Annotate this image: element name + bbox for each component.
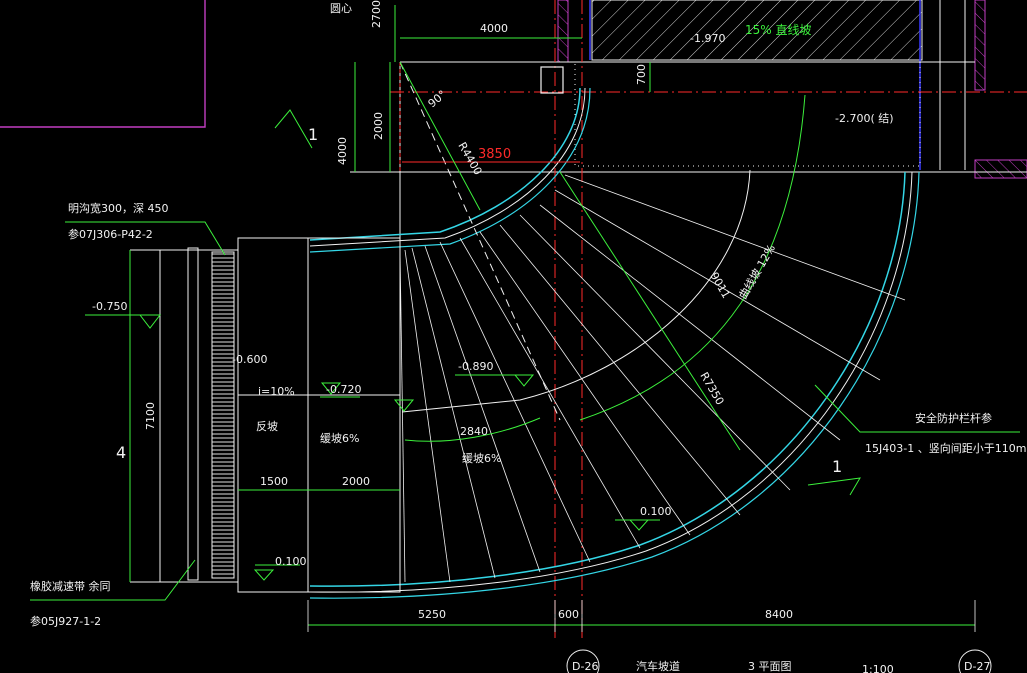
column xyxy=(540,66,564,94)
drain-trench xyxy=(187,247,199,581)
level-l5: 0.100 xyxy=(640,505,672,518)
note-strip: 橡胶减速带 余同 xyxy=(30,579,111,593)
dim-2000-mid: 2000 xyxy=(342,475,370,488)
slope-s4: 缓坡6% xyxy=(462,452,501,465)
wall-hatch-right xyxy=(974,0,986,91)
dim-4000-left: 4000 xyxy=(336,137,349,165)
mark-1-bottom: 1 xyxy=(832,457,842,476)
drawing-scale: 1:100 xyxy=(862,663,894,673)
dim-5250: 5250 xyxy=(418,608,446,621)
curved-ramp-outer-wall xyxy=(309,171,920,599)
level-l4: -0.890 xyxy=(458,360,493,373)
dim-arc-outer: 9011 xyxy=(707,270,732,301)
dim-7100: 7100 xyxy=(144,402,157,430)
building-outline xyxy=(0,0,206,128)
label-slope-15: 15% 直线坡 xyxy=(745,23,812,37)
dim-700: 700 xyxy=(635,64,648,85)
axis-bubble-label-d26: D-26 xyxy=(572,660,598,673)
note-drain-ref: 参07J306-P42-2 xyxy=(68,227,153,241)
speed-bump-strip xyxy=(211,251,235,579)
slope-s3: 缓坡6% xyxy=(320,432,359,445)
dim-angle: 90° xyxy=(426,88,449,110)
curved-ramp-inner-wall xyxy=(309,87,591,253)
dimension-lines xyxy=(129,5,975,626)
axis-bubble-d27: D-27 xyxy=(958,649,992,673)
axis-bubble-label-d27: D-27 xyxy=(964,660,990,673)
dim-8400: 8400 xyxy=(765,608,793,621)
approach-area xyxy=(237,237,401,593)
dim-600: 600 xyxy=(558,608,579,621)
wall-hatch-left xyxy=(557,0,569,63)
dim-2700: 2700 xyxy=(370,0,383,28)
radial-lines xyxy=(399,174,906,583)
cad-plan-drawing: D-26 D-27 圆心 15% 直线坡 -1.970 -2.700( 结) 4… xyxy=(0,0,1027,673)
mark-1-top: 1 xyxy=(308,125,318,144)
note-strip-ref: 参05J927-1-2 xyxy=(30,614,101,628)
slope-s1: i=10% xyxy=(258,385,295,398)
note-rail-ref: 15J403-1 、竖向间距小于110mm xyxy=(865,441,1027,455)
dim-1500: 1500 xyxy=(260,475,288,488)
level-l1: -0.750 xyxy=(92,300,127,313)
dim-r-outer: R7350 xyxy=(697,370,726,407)
dim-2000: 2000 xyxy=(372,112,385,140)
level-l6: 0.100 xyxy=(275,555,307,568)
wall-hatch-bottom xyxy=(974,159,1027,179)
dim-r3850: 3850 xyxy=(478,147,511,162)
axis-bubble-d26: D-26 xyxy=(566,649,600,673)
level-l2: -0.600 xyxy=(232,353,267,366)
drawing-title: 汽车坡道 xyxy=(636,659,680,673)
level-l3: -0.720 xyxy=(326,383,361,396)
label-elev-top2: -2.700( 结) xyxy=(835,112,894,125)
dim-arc-inner: 2840 xyxy=(460,425,488,438)
note-drain: 明沟宽300，深 450 xyxy=(68,201,169,215)
dim-4000-top: 4000 xyxy=(480,22,508,35)
slope-s5: 曲线坡 12% xyxy=(735,242,778,302)
label-center: 圆心 xyxy=(330,2,352,15)
note-rail: 安全防护栏杆参 xyxy=(915,411,992,425)
mark-4: 4 xyxy=(116,443,126,462)
slope-s2: 反坡 xyxy=(256,420,278,433)
drawing-subtitle: 3 平面图 xyxy=(748,660,792,673)
label-elev-top: -1.970 xyxy=(690,32,725,45)
